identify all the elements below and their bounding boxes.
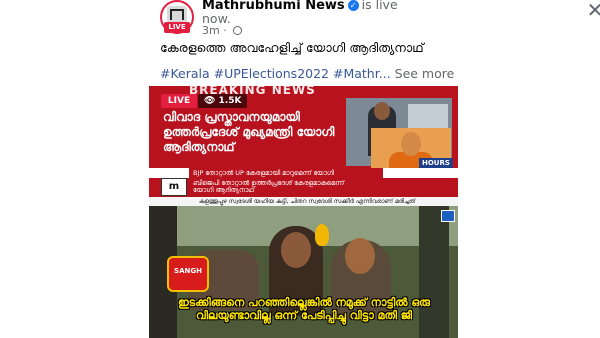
mathrubhumi-logo-icon bbox=[167, 6, 187, 23]
ticker-primary: BJP തോറ്റാൽ UP കേരളമായി മാറുമെന്ന് യോഗി bbox=[189, 168, 383, 178]
verified-badge-icon: ✓ bbox=[347, 0, 359, 11]
meme-frame: SANGH ഇടക്കിങ്ങനെ പറഞ്ഞില്ലെങ്കിൽ നമുക്ക… bbox=[149, 206, 458, 338]
banana-image bbox=[315, 224, 329, 246]
globe-icon bbox=[233, 26, 243, 35]
post-hashtags: #Kerala #UPElections2022 #Mathr... See mo… bbox=[160, 66, 460, 81]
ticker-secondary: ബിജെപി തോറ്റാൽ ഉത്തർപ്രദേശ് കേരളമാകുമെന്… bbox=[193, 179, 345, 194]
post-header: LIVE Mathrubhumi News ✓ is live now. 3m · … bbox=[150, 0, 600, 37]
post-meta: 3m · bbox=[202, 24, 243, 37]
meme-dialogue: ഇടക്കിങ്ങനെ പറഞ്ഞില്ലെങ്കിൽ നമുക്ക് നാട്… bbox=[178, 296, 430, 322]
news-frame: BREAKING NEWS LIVE 👁 1.5K വിവാദ പ്രസ്താവ… bbox=[149, 86, 458, 206]
corner-logo-icon bbox=[441, 210, 455, 222]
avatar-live-badge: LIVE bbox=[164, 22, 190, 33]
close-button[interactable]: ✕ bbox=[584, 0, 600, 22]
hashtag-links[interactable]: #Kerala #UPElections2022 #Mathr... bbox=[160, 66, 391, 81]
post-caption: കേരളത്തെ അവഹേളിച്ച് യോഗി ആദിത്യനാഥ് bbox=[160, 40, 424, 55]
ticker-scroll: കുളത്തൂപ്പുഴ സ്വദേശി യഹിയ കുട്ടി, ചിതറ സ… bbox=[149, 197, 458, 206]
see-more-link[interactable]: See more bbox=[395, 66, 455, 81]
sangh-sticker: SANGH bbox=[167, 256, 209, 292]
channel-brand-tag: HOURS bbox=[419, 158, 453, 168]
viewer-count: 👁 1.5K bbox=[198, 94, 248, 108]
video-live-badge: LIVE bbox=[161, 94, 197, 108]
live-video-player[interactable]: BREAKING NEWS LIVE 👁 1.5K വിവാദ പ്രസ്താവ… bbox=[149, 86, 458, 338]
live-status-text: is live bbox=[361, 0, 398, 12]
channel-logo-icon: m bbox=[161, 178, 187, 196]
news-headline: വിവാദ പ്രസ്താവനയുമായി ഉത്തർപ്രദേശ് മുഖ്യ… bbox=[163, 110, 335, 154]
post-time[interactable]: 3m bbox=[202, 24, 220, 37]
